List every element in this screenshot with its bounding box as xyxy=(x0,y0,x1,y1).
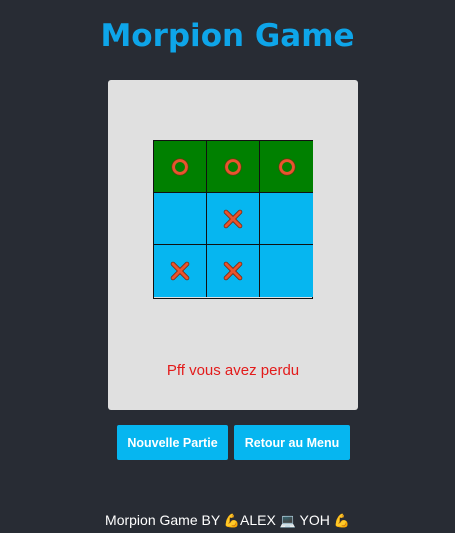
board-cell-2-2[interactable] xyxy=(260,245,313,297)
flexed-biceps-icon: 💪 xyxy=(223,513,241,528)
o-mark-icon xyxy=(278,158,295,175)
footer-author-yoh: YOH xyxy=(299,512,330,528)
game-panel: Pff vous avez perdu xyxy=(108,80,358,410)
game-page: Morpion Game Pff vous avez perdu Nouvell… xyxy=(0,0,455,533)
board-cell-1-2[interactable] xyxy=(260,193,313,245)
board-cell-2-1[interactable] xyxy=(207,245,260,297)
board-cell-0-1[interactable] xyxy=(207,141,260,193)
o-mark-icon xyxy=(224,158,242,175)
board-cell-1-0[interactable] xyxy=(154,193,207,245)
flexed-biceps-icon: 💪 xyxy=(333,513,350,528)
footer-author-alex: ALEX xyxy=(240,512,276,528)
footer-prefix: Morpion Game BY xyxy=(105,512,220,528)
board-cell-0-2[interactable] xyxy=(260,141,313,193)
footer-credits: Morpion Game BY 💪ALEX 💻 YOH 💪 xyxy=(0,512,455,529)
new-game-button[interactable]: Nouvelle Partie xyxy=(117,425,228,460)
page-title: Morpion Game xyxy=(100,18,355,54)
back-to-menu-button[interactable]: Retour au Menu xyxy=(234,425,350,460)
board-cell-2-0[interactable] xyxy=(154,245,207,297)
x-mark-icon xyxy=(223,261,243,281)
o-mark-icon xyxy=(171,158,189,175)
action-buttons: Nouvelle Partie Retour au Menu xyxy=(117,425,350,460)
x-mark-icon xyxy=(223,209,243,228)
board-cell-0-0[interactable] xyxy=(154,141,207,193)
board-cell-1-1[interactable] xyxy=(207,193,260,245)
x-mark-icon xyxy=(170,261,190,281)
game-board xyxy=(153,140,313,299)
laptop-icon: 💻 xyxy=(279,513,296,528)
game-result-message: Pff vous avez perdu xyxy=(166,362,300,379)
